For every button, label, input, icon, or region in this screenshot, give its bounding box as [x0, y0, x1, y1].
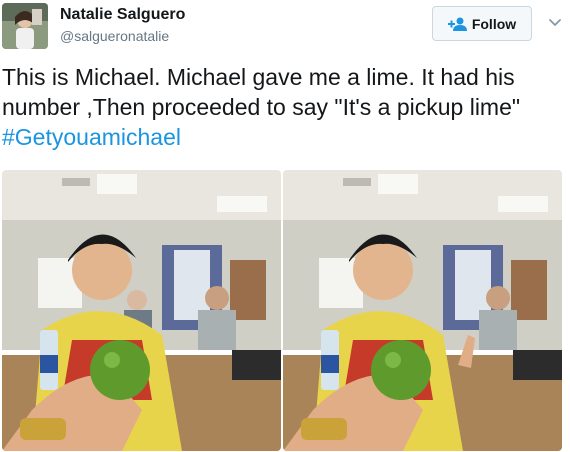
tweet-header: Natalie Salguero @salgueronatalie Follow — [0, 0, 570, 58]
photo-1[interactable] — [2, 170, 281, 451]
display-name[interactable]: Natalie Salguero — [60, 6, 185, 24]
follow-label: Follow — [471, 15, 517, 32]
tweet-body: This is Michael. Michael gave me a lime.… — [2, 64, 521, 120]
tweet-text: This is Michael. Michael gave me a lime.… — [2, 62, 542, 152]
avatar[interactable] — [2, 3, 48, 49]
follow-person-plus-icon — [447, 17, 467, 31]
chevron-down-icon[interactable] — [547, 14, 563, 30]
media-grid — [2, 170, 562, 451]
user-handle[interactable]: @salgueronatalie — [60, 28, 169, 44]
hashtag-link[interactable]: #Getyouamichael — [2, 124, 181, 150]
photo-2[interactable] — [283, 170, 562, 451]
follow-button[interactable]: Follow — [432, 6, 532, 41]
